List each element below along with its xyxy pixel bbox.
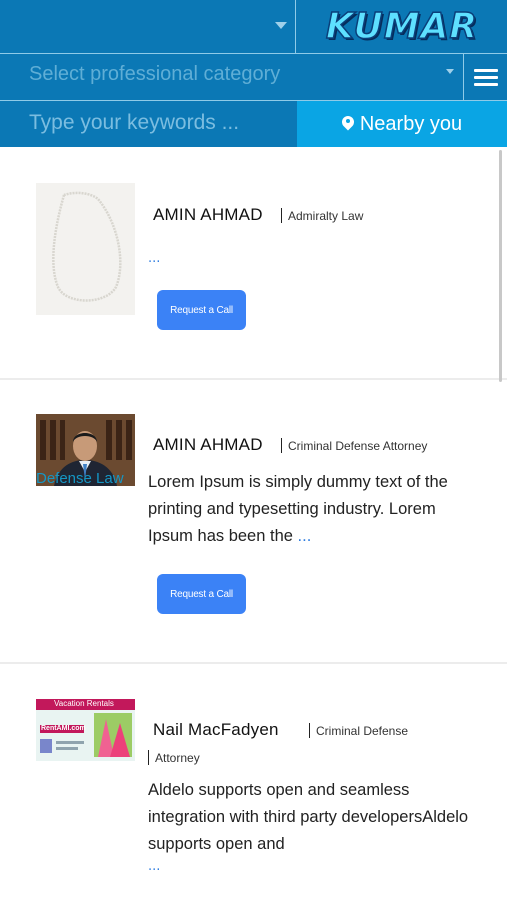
scrollbar[interactable] <box>499 150 502 382</box>
description-text: Aldelo supports open and seamless integr… <box>148 781 469 853</box>
search-row: Type your keywords ... Nearby you <box>0 101 507 147</box>
category-placeholder: Select professional category <box>29 63 281 85</box>
read-more-link[interactable]: ... <box>148 859 160 874</box>
keywords-placeholder: Type your keywords ... <box>29 111 240 134</box>
nearby-label: Nearby you <box>359 112 463 135</box>
logo-text: KUMAR <box>325 5 479 48</box>
category-row: Select professional category <box>0 53 507 101</box>
list-item[interactable]: AMIN AHMAD Admiralty Law ... Request a C… <box>0 147 507 380</box>
vacation-rentals-banner[interactable]: Vacation Rentals RentAMI.com <box>36 699 135 761</box>
nearby-button[interactable]: Nearby you <box>297 101 507 147</box>
hamburger-icon-bar <box>474 82 498 86</box>
read-more-link[interactable]: ... <box>148 251 160 266</box>
list-item[interactable]: Defense Law AMIN AHMAD Criminal Defense … <box>0 380 507 664</box>
header-top-row: KUMAR <box>0 0 507 53</box>
hamburger-icon-bar <box>474 75 498 79</box>
category-select[interactable]: Select professional category <box>0 54 464 100</box>
listing-name[interactable]: AMIN AHMAD <box>153 435 263 455</box>
request-call-button[interactable]: Request a Call <box>157 290 246 330</box>
brand-logo[interactable]: KUMAR <box>297 0 507 53</box>
banner-site: RentAMI.com <box>41 725 86 732</box>
listing-category: Criminal Defense <box>309 723 408 738</box>
listing-description: Lorem Ipsum is simply dummy text of the … <box>148 469 478 550</box>
app-header: KUMAR Select professional category Type … <box>0 0 507 147</box>
read-more-link[interactable]: ... <box>298 527 312 545</box>
necklace-photo[interactable] <box>36 183 135 315</box>
request-call-button[interactable]: Request a Call <box>157 574 246 614</box>
listing-category: Admiralty Law <box>281 208 363 223</box>
location-pin-icon <box>342 116 354 132</box>
chevron-down-icon <box>275 22 287 29</box>
location-select[interactable] <box>0 0 296 53</box>
hamburger-icon <box>474 68 498 72</box>
menu-button[interactable] <box>465 54 507 100</box>
listing-category: Criminal Defense Attorney <box>281 438 427 453</box>
keywords-input[interactable]: Type your keywords ... <box>0 101 297 147</box>
listing-name[interactable]: AMIN AHMAD <box>153 205 263 225</box>
necklace-image <box>36 183 135 315</box>
listing-name[interactable]: Nail MacFadyen <box>153 720 279 740</box>
listing-tag[interactable]: Defense Law <box>36 470 124 487</box>
listing-list[interactable]: AMIN AHMAD Admiralty Law ... Request a C… <box>0 147 507 900</box>
list-item[interactable]: Vacation Rentals RentAMI.com Nail MacFad… <box>0 664 507 900</box>
listing-category-cont: Attorney <box>148 750 200 765</box>
listing-description: Aldelo supports open and seamless integr… <box>148 777 478 858</box>
chevron-down-icon <box>446 69 454 74</box>
banner-title: Vacation Rentals <box>54 699 114 708</box>
